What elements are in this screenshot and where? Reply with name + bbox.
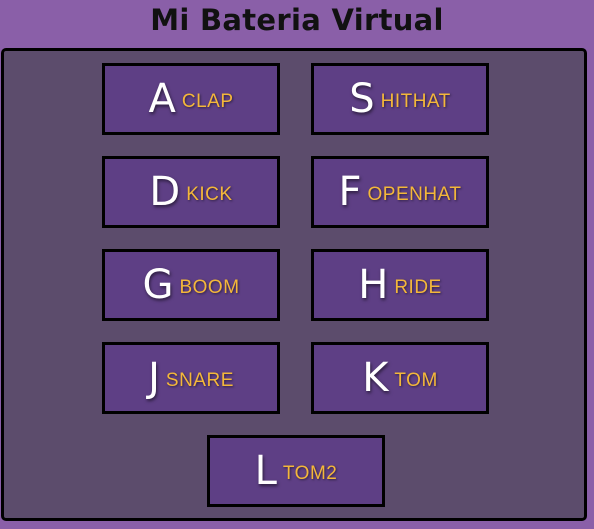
pad-key-label: S (349, 76, 375, 122)
drum-pad-boom[interactable]: G BOOM (102, 249, 280, 321)
pad-key-label: L (254, 448, 277, 494)
pad-key-label: A (148, 76, 176, 122)
drum-pad-openhat[interactable]: F OPENHAT (311, 156, 489, 228)
pad-sound-label: RIDE (394, 277, 442, 298)
pad-key-label: H (358, 262, 389, 308)
pad-key-label: J (148, 355, 160, 401)
pad-key-label: G (142, 262, 174, 308)
page-title: Mi Bateria Virtual (150, 3, 444, 37)
pad-sound-label: OPENHAT (367, 184, 462, 205)
drum-pad-clap[interactable]: A CLAP (102, 63, 280, 135)
drum-pad-tom2[interactable]: L TOM2 (207, 435, 385, 507)
title-bar: Mi Bateria Virtual (0, 0, 594, 40)
pad-sound-label: SNARE (165, 370, 234, 391)
pad-key-label: K (362, 355, 389, 401)
pad-sound-label: BOOM (179, 277, 240, 298)
pad-key-label: D (149, 169, 181, 215)
pad-key-label: F (338, 169, 362, 215)
drum-pad-tom[interactable]: K TOM (311, 342, 489, 414)
pad-sound-label: TOM (394, 370, 438, 391)
drum-pad-hithat[interactable]: S HITHAT (311, 63, 489, 135)
pad-sound-label: KICK (186, 184, 233, 205)
drum-pad-snare[interactable]: J SNARE (102, 342, 280, 414)
drum-kit-panel: A CLAP S HITHAT D KICK F OPENHAT G BOOM … (1, 48, 587, 521)
drum-pad-ride[interactable]: H RIDE (311, 249, 489, 321)
pad-sound-label: TOM2 (282, 463, 338, 484)
drum-pad-kick[interactable]: D KICK (102, 156, 280, 228)
pad-sound-label: HITHAT (380, 91, 451, 112)
pad-sound-label: CLAP (181, 91, 234, 112)
